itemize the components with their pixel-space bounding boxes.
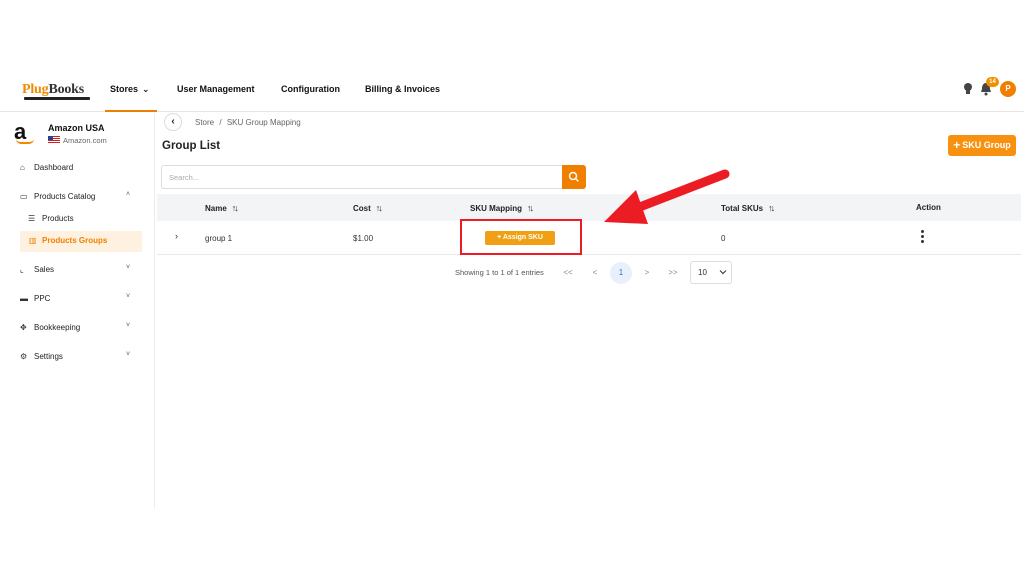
- nav-billing-invoices[interactable]: Billing & Invoices: [365, 84, 440, 94]
- us-flag-icon: [48, 136, 60, 144]
- search-button[interactable]: [562, 165, 586, 189]
- sidebar: a Amazon USA Amazon.com ⌂ Dashboard ▭ Pr…: [0, 113, 155, 508]
- top-navbar: PlugBooks Stores ⌄ User Management Config…: [0, 70, 1024, 112]
- plus-icon: +: [953, 138, 961, 152]
- cell-total-skus: 0: [721, 234, 726, 243]
- sidebar-item-products[interactable]: ☰ Products: [0, 209, 155, 229]
- sidebar-item-dashboard[interactable]: ⌂ Dashboard: [0, 158, 155, 178]
- table-header: Name ↑↓ Cost ↑↓ SKU Mapping ↑↓ Total SKUs ↑↓…: [157, 194, 1021, 221]
- more-actions-icon[interactable]: [919, 229, 925, 245]
- cell-name: group 1: [205, 234, 233, 243]
- sort-icon[interactable]: ↑↓: [232, 203, 239, 213]
- sidebar-item-products-catalog[interactable]: ▭ Products Catalog ˄: [0, 187, 155, 207]
- column-action: Action: [916, 203, 941, 212]
- sidebar-item-bookkeeping[interactable]: ✥ Bookkeeping ˅: [0, 318, 155, 338]
- chevron-down-icon: ˅: [126, 322, 131, 329]
- column-name[interactable]: Name ↑↓: [205, 203, 239, 213]
- lightbulb-icon[interactable]: [963, 82, 973, 96]
- store-name: Amazon USA: [48, 123, 105, 133]
- sort-icon[interactable]: ↑↓: [376, 203, 383, 213]
- breadcrumb-store[interactable]: Store: [195, 118, 214, 127]
- column-total-skus[interactable]: Total SKUs ↑↓: [721, 203, 775, 213]
- chevron-down-icon: [719, 270, 727, 275]
- nav-user-management[interactable]: User Management: [177, 84, 255, 94]
- page-size-select[interactable]: 10: [690, 261, 732, 284]
- logo-underline: [24, 97, 90, 100]
- search-icon: [568, 171, 579, 182]
- pagination-first[interactable]: <<: [557, 262, 579, 284]
- pagination-info: Showing 1 to 1 of 1 entries: [455, 268, 544, 277]
- pagination-next[interactable]: >: [636, 262, 658, 284]
- notification-badge: 14: [986, 77, 999, 87]
- expand-row-icon[interactable]: ›: [175, 231, 178, 241]
- search-bar: [161, 165, 586, 189]
- user-avatar[interactable]: P: [1000, 81, 1016, 97]
- nav-configuration[interactable]: Configuration: [281, 84, 340, 94]
- annotation-highlight-box: [460, 219, 582, 255]
- sidebar-item-sales[interactable]: ⌞ Sales ˅: [0, 260, 155, 280]
- breadcrumb-current: SKU Group Mapping: [226, 118, 301, 127]
- table-row: › group 1 $1.00 + Assign SKU 0: [157, 221, 1021, 255]
- sidebar-item-products-groups[interactable]: ▥ Products Groups: [20, 231, 142, 252]
- chevron-down-icon: ˅: [126, 264, 131, 271]
- pagination-last[interactable]: >>: [662, 262, 684, 284]
- chevron-down-icon: ˅: [126, 351, 131, 358]
- plugbooks-logo[interactable]: PlugBooks: [22, 82, 84, 98]
- pagination-prev[interactable]: <: [584, 262, 606, 284]
- chart-icon: ⌞: [20, 265, 24, 274]
- sort-icon[interactable]: ↑↓: [527, 203, 534, 213]
- sidebar-item-ppc[interactable]: ▬ PPC ˅: [0, 289, 155, 309]
- nav-stores[interactable]: Stores ⌄: [105, 70, 157, 112]
- cell-cost: $1.00: [353, 234, 374, 243]
- list-icon: ☰: [28, 214, 36, 223]
- page-title: Group List: [162, 140, 221, 152]
- sidebar-item-settings[interactable]: ⚙ Settings ˅: [0, 347, 155, 367]
- pagination-page-1[interactable]: 1: [610, 262, 632, 284]
- breadcrumb: Store / SKU Group Mapping: [195, 118, 304, 127]
- column-cost[interactable]: Cost ↑↓: [353, 203, 383, 213]
- chevron-up-icon: ˄: [126, 191, 131, 198]
- column-sku-mapping[interactable]: SKU Mapping ↑↓: [470, 203, 534, 213]
- chevron-left-icon: ‹: [171, 116, 175, 127]
- bar-chart-icon: ▥: [29, 236, 37, 245]
- ppc-icon: ▬: [20, 294, 28, 303]
- amazon-logo-icon: a: [14, 121, 38, 145]
- sort-icon[interactable]: ↑↓: [768, 203, 775, 213]
- home-icon: ⌂: [20, 163, 25, 172]
- back-button[interactable]: ‹: [164, 113, 182, 131]
- grid-icon: ✥: [20, 323, 27, 332]
- add-sku-group-button[interactable]: + SKU Group: [948, 135, 1016, 156]
- chevron-down-icon: ⌄: [142, 84, 150, 94]
- gear-icon: ⚙: [20, 352, 28, 361]
- store-marketplace: Amazon.com: [48, 136, 107, 145]
- app-root: PlugBooks Stores ⌄ User Management Config…: [0, 0, 1024, 576]
- catalog-icon: ▭: [20, 192, 28, 201]
- chevron-down-icon: ˅: [126, 293, 131, 300]
- breadcrumb-separator: /: [219, 118, 222, 127]
- search-input[interactable]: [161, 165, 562, 189]
